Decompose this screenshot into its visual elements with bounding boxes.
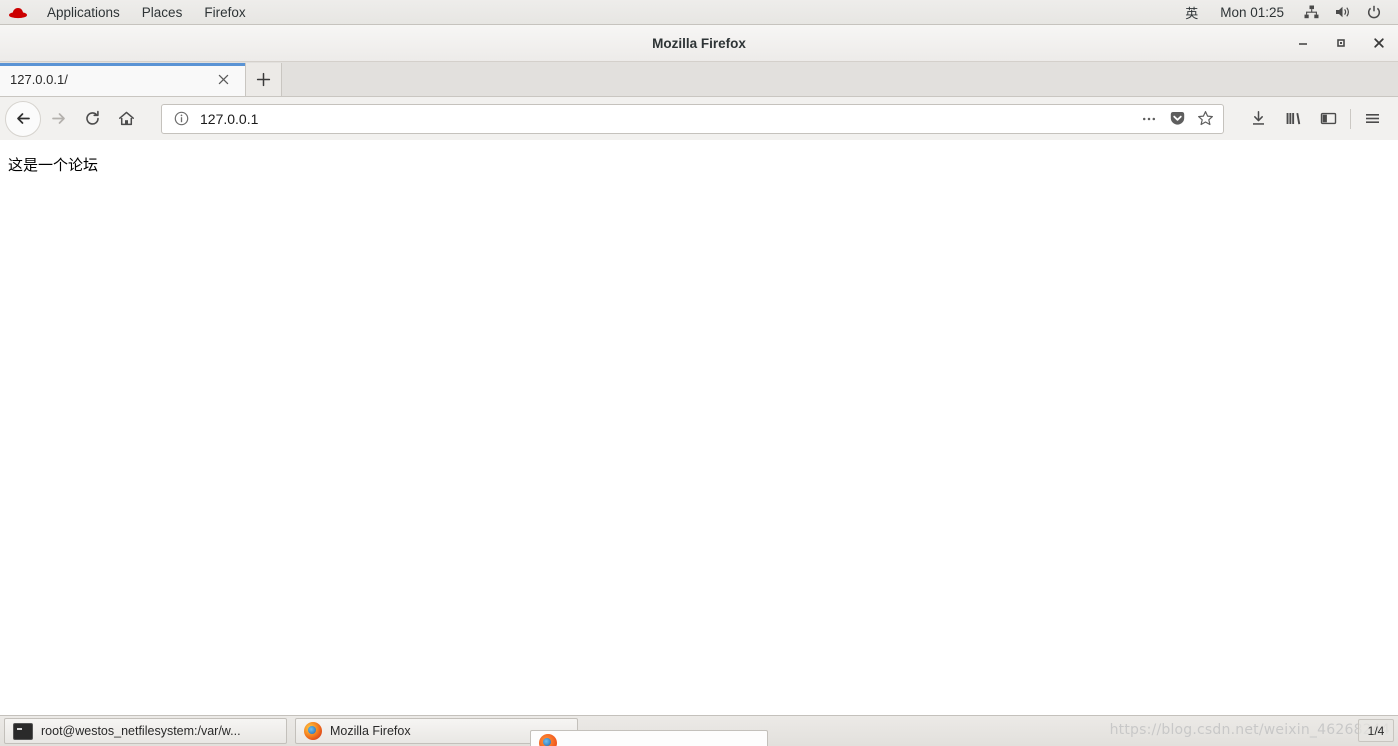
back-button[interactable] xyxy=(5,100,41,137)
toolbar-divider xyxy=(1350,108,1351,129)
red-hat-logo[interactable] xyxy=(8,5,28,19)
taskbar-item-label: root@westos_netfilesystem:/var/w... xyxy=(41,724,241,738)
input-method-indicator[interactable]: 英 xyxy=(1175,3,1208,22)
panel-menu-places[interactable]: Places xyxy=(131,0,194,25)
sidebar-icon[interactable] xyxy=(1311,104,1346,134)
panel-menu-applications[interactable]: Applications xyxy=(36,0,131,25)
watermark-text: https://blog.csdn.net/weixin_46268244 xyxy=(1109,722,1390,738)
page-body-text: 这是一个论坛 xyxy=(8,156,99,174)
downloads-icon[interactable] xyxy=(1241,104,1276,134)
panel-menus: Applications Places Firefox xyxy=(0,0,257,24)
taskbar-item-label: Mozilla Firefox xyxy=(330,724,411,738)
library-icon[interactable] xyxy=(1276,104,1311,134)
url-input[interactable]: 127.0.0.1 xyxy=(200,111,1135,127)
gnome-top-panel: Applications Places Firefox 英 Mon 01:25 xyxy=(0,0,1398,25)
window-titlebar: Mozilla Firefox xyxy=(0,25,1398,62)
volume-icon[interactable] xyxy=(1327,5,1359,19)
info-circle-icon[interactable] xyxy=(168,111,194,126)
firefox-icon xyxy=(304,722,322,740)
forward-button[interactable] xyxy=(41,104,75,134)
bookmark-star-icon[interactable] xyxy=(1191,105,1219,133)
tab-close-icon[interactable] xyxy=(215,72,231,88)
screen: Applications Places Firefox 英 Mon 01:25 xyxy=(0,0,1398,746)
workspace-indicator[interactable]: 1/4 xyxy=(1358,719,1394,742)
navigation-toolbar: 127.0.0.1 xyxy=(0,97,1398,141)
panel-status-area: 英 Mon 01:25 xyxy=(1175,0,1398,24)
firefox-window: Mozilla Firefox 127.0.0.1/ 127.0.0.1 这是一… xyxy=(0,25,1398,715)
reload-button[interactable] xyxy=(75,104,109,134)
close-button[interactable] xyxy=(1360,25,1398,61)
pocket-icon[interactable] xyxy=(1163,105,1191,133)
hamburger-menu-icon[interactable] xyxy=(1355,104,1390,134)
taskbar-item-terminal[interactable]: root@westos_netfilesystem:/var/w... xyxy=(4,718,287,744)
maximize-button[interactable] xyxy=(1322,25,1360,61)
tab-strip: 127.0.0.1/ xyxy=(0,62,1398,97)
panel-menu-firefox[interactable]: Firefox xyxy=(193,0,256,25)
firefox-icon xyxy=(539,734,557,746)
url-bar[interactable]: 127.0.0.1 xyxy=(161,103,1224,134)
network-icon[interactable] xyxy=(1296,5,1327,19)
toolbar-right-buttons xyxy=(1241,97,1398,140)
browser-tab[interactable]: 127.0.0.1/ xyxy=(0,63,246,96)
home-button[interactable] xyxy=(109,104,143,134)
clock[interactable]: Mon 01:25 xyxy=(1208,5,1296,20)
minimize-button[interactable] xyxy=(1284,25,1322,61)
window-controls xyxy=(1284,25,1398,61)
new-tab-button[interactable] xyxy=(246,63,282,96)
power-icon[interactable] xyxy=(1359,5,1389,19)
window-title: Mozilla Firefox xyxy=(652,35,746,51)
terminal-icon xyxy=(13,722,33,740)
page-actions-icon[interactable] xyxy=(1135,105,1163,133)
bottom-taskbar: root@westos_netfilesystem:/var/w... Mozi… xyxy=(0,715,1398,746)
taskbar-item-partial[interactable] xyxy=(530,730,768,746)
page-content: 这是一个论坛 xyxy=(0,140,1398,715)
tab-title: 127.0.0.1/ xyxy=(10,72,68,87)
